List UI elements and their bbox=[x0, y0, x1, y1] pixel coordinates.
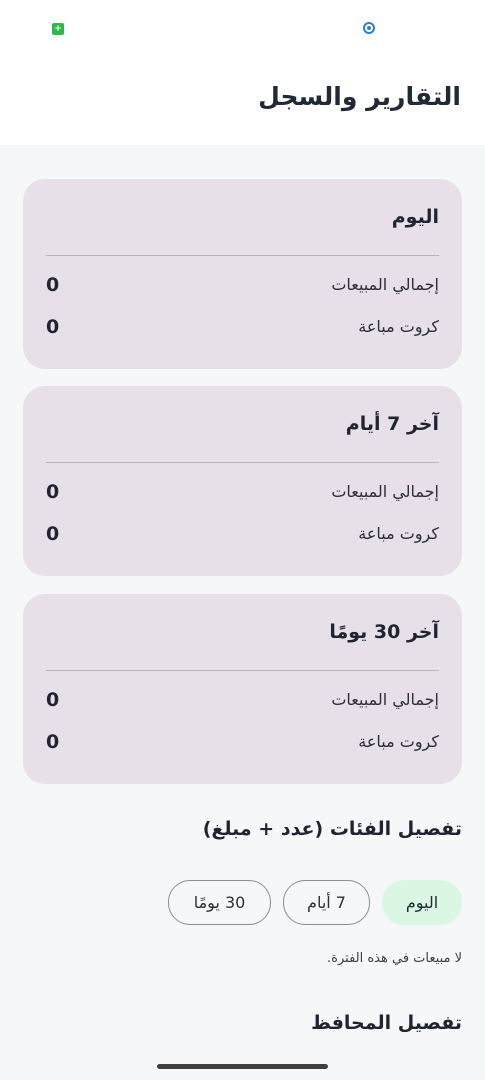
stat-row-cards-sold: كروت مباعة 0 bbox=[46, 523, 439, 550]
app-notification-icon: + bbox=[52, 23, 64, 35]
stat-label: إجمالي المبيعات bbox=[331, 275, 439, 294]
card-divider bbox=[46, 462, 439, 463]
stat-value: 0 bbox=[46, 481, 60, 503]
chip-7-days[interactable]: 7 أيام bbox=[283, 880, 370, 925]
home-indicator[interactable] bbox=[157, 1064, 328, 1069]
status-bar: + bbox=[0, 0, 485, 60]
summary-card-30-days: آخر 30 يومًا إجمالي المبيعات 0 كروت مباع… bbox=[23, 594, 462, 784]
stat-value: 0 bbox=[46, 523, 60, 545]
app-header: التقارير والسجل bbox=[0, 60, 485, 145]
sync-icon bbox=[363, 22, 375, 34]
stat-label: إجمالي المبيعات bbox=[331, 482, 439, 501]
empty-state-text: لا مبيعات في هذه الفترة. bbox=[327, 951, 462, 966]
stat-value: 0 bbox=[46, 274, 60, 296]
card-title: اليوم bbox=[391, 206, 439, 228]
card-title: آخر 30 يومًا bbox=[329, 621, 439, 643]
stat-row-cards-sold: كروت مباعة 0 bbox=[46, 316, 439, 343]
stat-label: كروت مباعة bbox=[358, 732, 439, 751]
stat-row-total-sales: إجمالي المبيعات 0 bbox=[46, 274, 439, 301]
card-title: آخر 7 أيام bbox=[345, 413, 439, 435]
summary-card-today: اليوم إجمالي المبيعات 0 كروت مباعة 0 bbox=[23, 179, 462, 369]
chip-today[interactable]: اليوم bbox=[382, 880, 462, 925]
stat-row-cards-sold: كروت مباعة 0 bbox=[46, 731, 439, 758]
wallets-section-title: تفصيل المحافظ bbox=[311, 1012, 462, 1034]
categories-section-title: تفصيل الفئات (عدد + مبلغ) bbox=[202, 818, 462, 840]
stat-value: 0 bbox=[46, 731, 60, 753]
card-divider bbox=[46, 255, 439, 256]
stat-row-total-sales: إجمالي المبيعات 0 bbox=[46, 481, 439, 508]
stat-label: كروت مباعة bbox=[358, 317, 439, 336]
stat-row-total-sales: إجمالي المبيعات 0 bbox=[46, 689, 439, 716]
stat-label: كروت مباعة bbox=[358, 524, 439, 543]
card-divider bbox=[46, 670, 439, 671]
chip-30-days[interactable]: 30 يومًا bbox=[168, 880, 271, 925]
stat-value: 0 bbox=[46, 689, 60, 711]
page-title: التقارير والسجل bbox=[258, 82, 461, 111]
stat-label: إجمالي المبيعات bbox=[331, 690, 439, 709]
stat-value: 0 bbox=[46, 316, 60, 338]
summary-card-7-days: آخر 7 أيام إجمالي المبيعات 0 كروت مباعة … bbox=[23, 386, 462, 576]
